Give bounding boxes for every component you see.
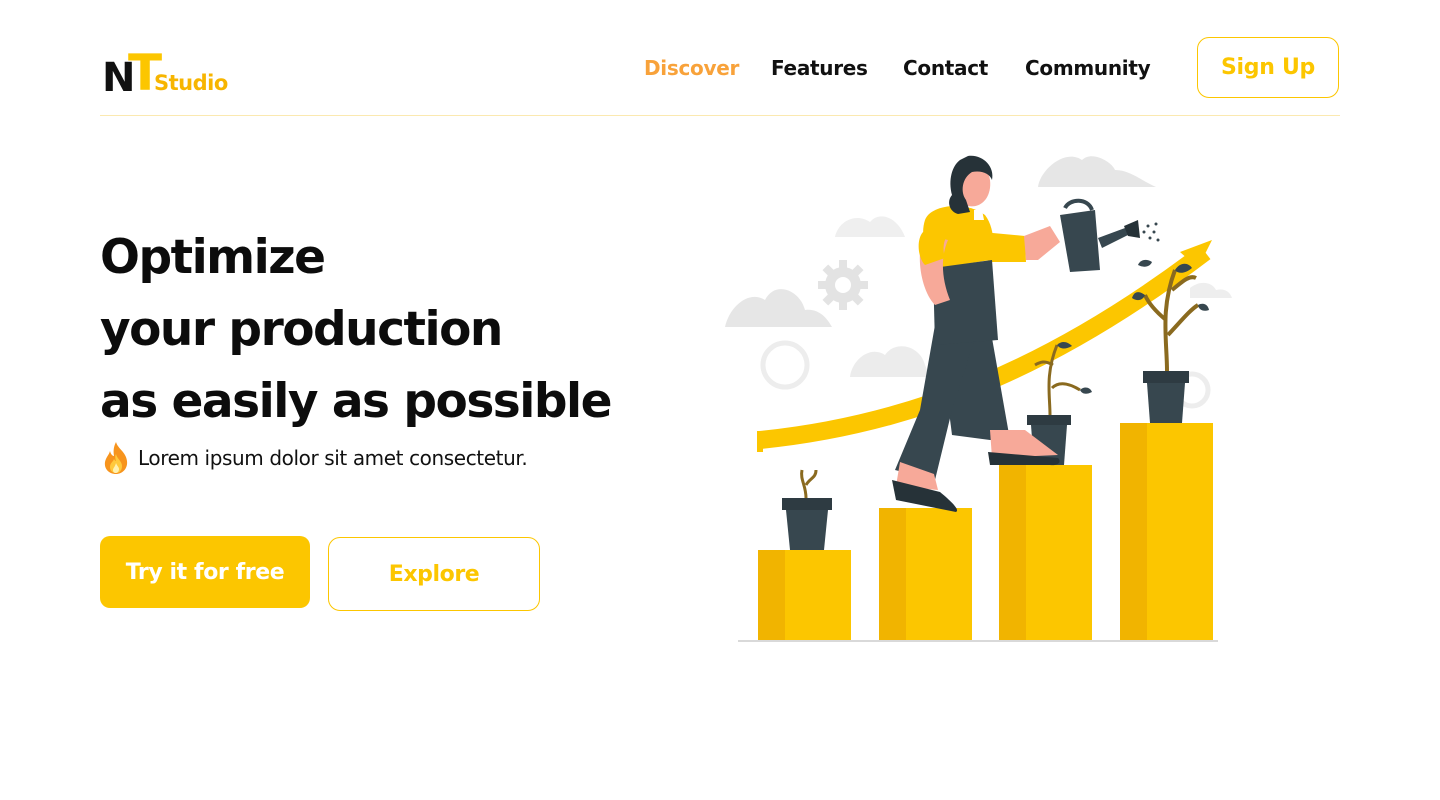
- growth-illustration: [725, 155, 1232, 642]
- hero-title-line-1: Optimize: [100, 230, 326, 285]
- explore-button[interactable]: Explore: [328, 537, 540, 611]
- nav-community[interactable]: Community: [1025, 54, 1151, 82]
- nav-discover[interactable]: Discover: [644, 54, 739, 82]
- woman-figure-icon: [892, 155, 1160, 512]
- nav-contact[interactable]: Contact: [903, 54, 988, 82]
- nav-features[interactable]: Features: [771, 54, 868, 82]
- hero-title-line-3: as easily as possible: [100, 374, 613, 429]
- hero-subtitle: Lorem ipsum dolor sit amet consectetur.: [100, 441, 528, 475]
- main-nav: Discover Features Contact Community: [100, 54, 1200, 82]
- fire-icon: [104, 442, 128, 474]
- sign-up-button[interactable]: Sign Up: [1197, 37, 1339, 98]
- hero-subtitle-text: Lorem ipsum dolor sit amet consectetur.: [138, 446, 528, 470]
- gear-icon: [818, 260, 868, 310]
- hero-title: Optimize your production as easily as po…: [100, 222, 660, 438]
- site-header: T N Studio Discover Features Contact Com…: [100, 0, 1340, 116]
- try-free-button[interactable]: Try it for free: [100, 536, 310, 608]
- hero-title-line-2: your production: [100, 302, 503, 357]
